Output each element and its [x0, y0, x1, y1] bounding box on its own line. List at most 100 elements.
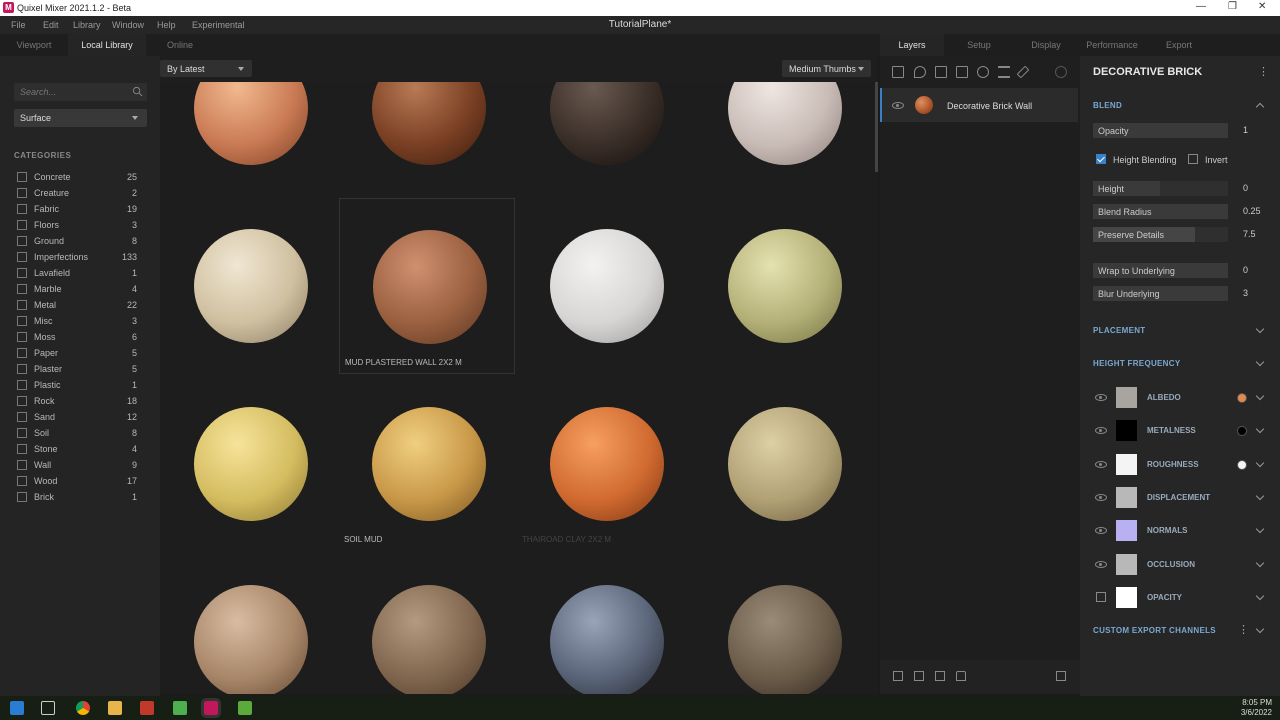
category-checkbox[interactable] [17, 236, 27, 246]
section-placement[interactable]: PLACEMENT [1093, 326, 1145, 335]
tab-export[interactable]: Export [1147, 34, 1211, 56]
channel-row[interactable]: NORMALS [1080, 514, 1280, 547]
chevron-down-icon[interactable] [1255, 491, 1265, 501]
category-item[interactable]: Ground 8 [17, 234, 137, 248]
add-icon[interactable] [893, 671, 903, 681]
blend-radius-value[interactable]: 0.25 [1243, 206, 1261, 216]
channel-row[interactable]: OPACITY [1080, 581, 1280, 614]
material-card[interactable] [339, 554, 515, 694]
eye-icon[interactable] [1095, 560, 1107, 568]
height-slider[interactable]: Height [1093, 181, 1228, 196]
mask-icon[interactable] [1055, 66, 1067, 78]
menu-edit[interactable]: Edit [43, 20, 59, 30]
category-item[interactable]: Brick 1 [17, 490, 137, 504]
task-view-icon[interactable] [41, 701, 55, 715]
channel-row[interactable]: DISPLACEMENT [1080, 481, 1280, 514]
camtasia-icon[interactable] [173, 701, 187, 715]
wrap-slider[interactable]: Wrap to Underlying [1093, 263, 1228, 278]
category-checkbox[interactable] [17, 188, 27, 198]
channel-swatch[interactable] [1116, 553, 1137, 575]
section-blend[interactable]: BLEND [1093, 101, 1122, 110]
category-item[interactable]: Moss 6 [17, 330, 137, 344]
eye-icon[interactable] [1095, 427, 1107, 435]
category-item[interactable]: Plastic 1 [17, 378, 137, 392]
material-card[interactable] [695, 82, 871, 196]
eye-icon[interactable] [1095, 460, 1107, 468]
category-checkbox[interactable] [17, 492, 27, 502]
category-item[interactable]: Metal 22 [17, 298, 137, 312]
category-checkbox[interactable] [17, 316, 27, 326]
chevron-down-icon[interactable] [1255, 357, 1265, 367]
blend-radius-slider[interactable]: Blend Radius [1093, 204, 1228, 219]
export-icon[interactable] [935, 671, 945, 681]
material-card[interactable] [339, 82, 515, 196]
menu-help[interactable]: Help [157, 20, 176, 30]
category-checkbox[interactable] [17, 332, 27, 342]
material-card[interactable] [517, 82, 693, 196]
chevron-down-icon[interactable] [1255, 458, 1265, 467]
camtasia-recorder-icon[interactable] [238, 701, 252, 715]
eye-icon[interactable] [1095, 394, 1107, 401]
opacity-value[interactable]: 1 [1243, 125, 1248, 135]
material-card[interactable] [695, 554, 871, 694]
category-checkbox[interactable] [17, 380, 27, 390]
trash-icon[interactable] [1056, 671, 1066, 681]
category-checkbox[interactable] [17, 364, 27, 374]
channel-color-dot[interactable] [1237, 393, 1247, 403]
height-blending-checkbox[interactable] [1096, 154, 1106, 164]
clock[interactable]: 8:05 PM 3/6/2022 [1241, 698, 1272, 718]
channel-color-dot[interactable] [1237, 459, 1247, 470]
section-custom-export[interactable]: CUSTOM EXPORT CHANNELS [1093, 626, 1216, 635]
tab-online[interactable]: Online [146, 34, 214, 56]
category-checkbox[interactable] [17, 348, 27, 358]
category-checkbox[interactable] [17, 412, 27, 422]
channel-row[interactable]: ALBEDO [1080, 381, 1280, 414]
material-card[interactable] [517, 198, 693, 374]
sort-dropdown[interactable]: By Latest [160, 60, 252, 77]
category-item[interactable]: Concrete 25 [17, 170, 137, 184]
search-icon[interactable] [132, 86, 143, 97]
asset-type-dropdown[interactable]: Surface [14, 109, 147, 127]
chevron-down-icon[interactable] [1255, 524, 1265, 534]
preserve-details-slider[interactable]: Preserve Details [1093, 227, 1228, 242]
menu-library[interactable]: Library [73, 20, 101, 30]
material-card[interactable] [161, 82, 337, 196]
chevron-down-icon[interactable] [1255, 324, 1265, 334]
maximize-icon[interactable]: ❐ [1228, 1, 1237, 12]
folder-icon[interactable] [956, 671, 966, 681]
blur-value[interactable]: 3 [1243, 288, 1248, 298]
category-item[interactable]: Rock 18 [17, 394, 137, 408]
material-card[interactable] [695, 198, 871, 374]
invert-checkbox[interactable] [1188, 154, 1198, 164]
channel-color-dot[interactable] [1237, 426, 1247, 437]
channel-swatch[interactable] [1116, 520, 1137, 542]
category-checkbox[interactable] [17, 396, 27, 406]
category-item[interactable]: Creature 2 [17, 186, 137, 200]
chevron-down-icon[interactable] [1255, 591, 1265, 601]
height-value[interactable]: 0 [1243, 183, 1248, 193]
category-checkbox[interactable] [17, 204, 27, 214]
chevron-down-icon[interactable] [1255, 624, 1265, 634]
channel-swatch[interactable] [1116, 420, 1137, 442]
channel-swatch[interactable] [1116, 586, 1137, 608]
wrap-value[interactable]: 0 [1243, 265, 1248, 275]
material-card[interactable] [161, 198, 337, 374]
category-checkbox[interactable] [17, 476, 27, 486]
acrobat-icon[interactable] [140, 701, 154, 715]
channel-row[interactable]: METALNESS [1080, 414, 1280, 447]
material-card[interactable] [695, 376, 871, 552]
file-explorer-icon[interactable] [108, 701, 122, 715]
category-item[interactable]: Wall 9 [17, 458, 137, 472]
opacity-slider[interactable]: Opacity [1093, 123, 1228, 138]
close-icon[interactable]: ✕ [1258, 1, 1266, 12]
material-card[interactable] [161, 554, 337, 694]
channel-swatch[interactable] [1116, 486, 1137, 508]
preserve-details-value[interactable]: 7.5 [1243, 229, 1256, 239]
material-card[interactable] [517, 554, 693, 694]
search-input[interactable]: Search... [14, 83, 147, 101]
chevron-down-icon[interactable] [1255, 391, 1265, 401]
more-icon[interactable]: ⋮ [1238, 623, 1249, 636]
category-item[interactable]: Misc 3 [17, 314, 137, 328]
section-height-frequency[interactable]: HEIGHT FREQUENCY [1093, 359, 1180, 368]
eye-icon[interactable] [1095, 493, 1107, 501]
